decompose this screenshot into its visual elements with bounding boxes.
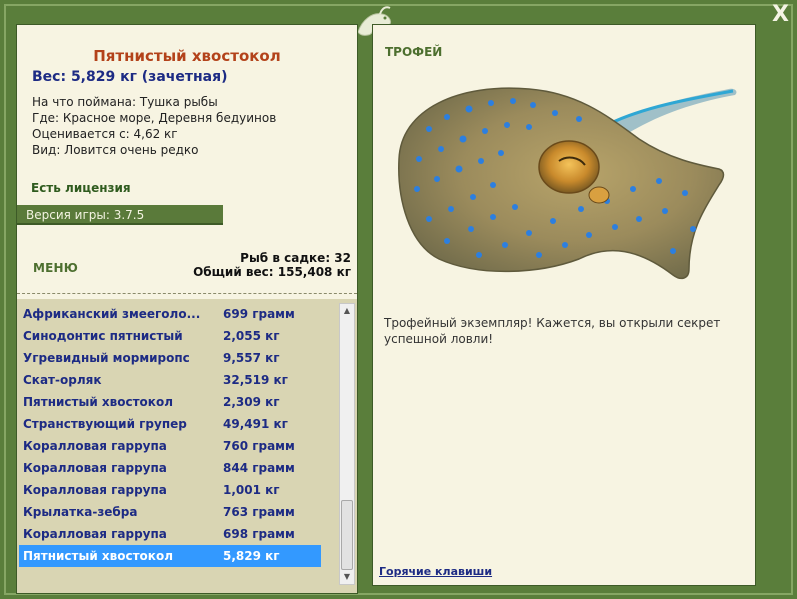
total-weight: Общий вес: 155,408 кг bbox=[193, 265, 351, 279]
catch-fish-weight: 2,055 кг bbox=[223, 329, 280, 343]
catch-fish-name: Африканский змееголо... bbox=[23, 307, 201, 321]
license-status: Есть лицензия bbox=[31, 181, 131, 195]
catch-fish-name: Коралловая гаррупа bbox=[23, 439, 167, 453]
bait-line: На что поймана: Тушка рыбы bbox=[32, 95, 218, 109]
scroll-thumb[interactable] bbox=[341, 500, 353, 570]
value-line: Оценивается с: 4,62 кг bbox=[32, 127, 178, 141]
catch-list-item[interactable]: Коралловая гаррупа 844 грамм bbox=[19, 457, 321, 479]
catch-list-scrollbar[interactable]: ▲ ▼ bbox=[339, 303, 355, 585]
stingray-image bbox=[398, 87, 737, 280]
game-version-bar: Версия игры: 3.7.5 bbox=[17, 205, 223, 225]
catch-list-item[interactable]: Странствующий групер 49,491 кг bbox=[19, 413, 321, 435]
catch-list-item[interactable]: Пятнистый хвостокол 2,309 кг bbox=[19, 391, 321, 413]
fish-info-panel: Пятнистый хвостокол Вес: 5,829 кг (зачет… bbox=[16, 24, 358, 594]
catch-fish-weight: 698 грамм bbox=[223, 527, 295, 541]
catch-fish-name: Коралловая гаррупа bbox=[23, 461, 167, 475]
scroll-down-arrow-icon[interactable]: ▼ bbox=[340, 570, 354, 584]
trophy-label: ТРОФЕЙ bbox=[385, 45, 443, 59]
catch-fish-weight: 1,001 кг bbox=[223, 483, 280, 497]
cage-stats: Рыб в садке: 32 Общий вес: 155,408 кг bbox=[193, 251, 351, 279]
fish-title: Пятнистый хвостокол bbox=[93, 47, 281, 65]
menu-button[interactable]: МЕНЮ bbox=[33, 261, 78, 275]
catch-list-item[interactable]: Синодонтис пятнистый 2,055 кг bbox=[19, 325, 321, 347]
rarity-line: Вид: Ловится очень редко bbox=[32, 143, 199, 157]
catch-fish-name: Угревидный мормиропс bbox=[23, 351, 190, 365]
scroll-up-arrow-icon[interactable]: ▲ bbox=[340, 304, 354, 318]
catch-fish-name: Пятнистый хвостокол bbox=[23, 395, 173, 409]
catch-fish-weight: 763 грамм bbox=[223, 505, 295, 519]
location-line: Где: Красное море, Деревня бедуинов bbox=[32, 111, 277, 125]
catch-fish-name: Коралловая гаррупа bbox=[23, 527, 167, 541]
catch-list-item[interactable]: Пятнистый хвостокол 5,829 кг bbox=[19, 545, 321, 567]
catch-fish-name: Пятнистый хвостокол bbox=[23, 549, 173, 563]
catch-fish-name: Скат-орляк bbox=[23, 373, 102, 387]
divider bbox=[17, 293, 357, 294]
catch-list-item[interactable]: Скат-орляк 32,519 кг bbox=[19, 369, 321, 391]
catch-list-item[interactable]: Крылатка-зебра 763 грамм bbox=[19, 501, 321, 523]
catch-fish-weight: 9,557 кг bbox=[223, 351, 280, 365]
catch-list-item[interactable]: Коралловая гаррупа 760 грамм bbox=[19, 435, 321, 457]
trophy-message: Трофейный экземпляр! Кажется, вы открыли… bbox=[384, 316, 721, 346]
catch-fish-name: Крылатка-зебра bbox=[23, 505, 138, 519]
trophy-panel: ТРОФЕЙ Трофейный экземпляр! Кажется, вы … bbox=[372, 24, 756, 586]
catch-list: Африканский змееголо... 699 грамм Синодонт… bbox=[17, 299, 357, 593]
catch-fish-weight: 2,309 кг bbox=[223, 395, 280, 409]
catch-list-rows: Африканский змееголо... 699 грамм Синодонт… bbox=[19, 303, 321, 567]
catch-list-item[interactable]: Африканский змееголо... 699 грамм bbox=[19, 303, 321, 325]
hotkeys-link[interactable]: Горячие клавиши bbox=[379, 565, 492, 578]
catch-fish-name: Коралловая гаррупа bbox=[23, 483, 167, 497]
fish-weight: Вес: 5,829 кг (зачетная) bbox=[32, 69, 228, 85]
fish-count: Рыб в садке: 32 bbox=[240, 251, 351, 265]
fish-details: На что поймана: Тушка рыбы Где: Красное … bbox=[32, 94, 276, 158]
catch-fish-weight: 699 грамм bbox=[223, 307, 295, 321]
catch-fish-weight: 49,491 кг bbox=[223, 417, 288, 431]
catch-fish-weight: 32,519 кг bbox=[223, 373, 288, 387]
catch-list-item[interactable]: Угревидный мормиропс 9,557 кг bbox=[19, 347, 321, 369]
catch-list-item[interactable]: Коралловая гаррупа 1,001 кг bbox=[19, 479, 321, 501]
close-button[interactable]: X bbox=[772, 4, 789, 26]
catch-list-item[interactable]: Коралловая гаррупа 698 грамм bbox=[19, 523, 321, 545]
catch-fish-weight: 844 грамм bbox=[223, 461, 295, 475]
catch-fish-weight: 5,829 кг bbox=[223, 549, 280, 563]
catch-fish-name: Странствующий групер bbox=[23, 417, 187, 431]
catch-fish-name: Синодонтис пятнистый bbox=[23, 329, 183, 343]
catch-fish-weight: 760 грамм bbox=[223, 439, 295, 453]
